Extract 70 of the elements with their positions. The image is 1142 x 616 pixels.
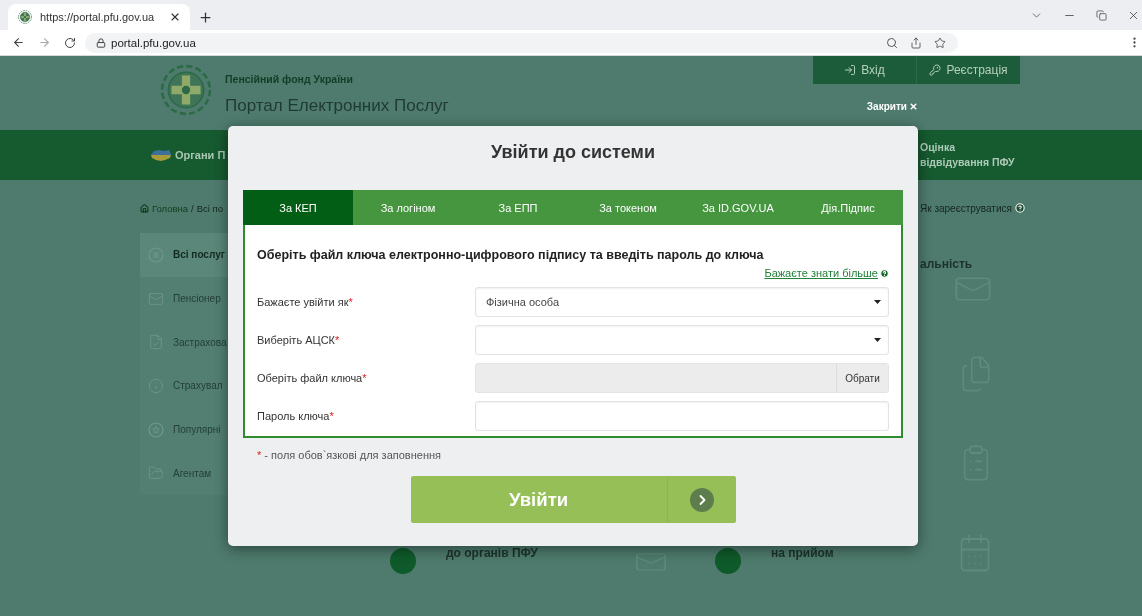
help-icon [880,268,889,278]
tab[interactable]: Дія.Підпис [793,190,903,225]
select-field[interactable]: Фізична особа [475,287,889,317]
favicon-icon [18,10,32,24]
sidebar-item[interactable]: Всі послуг [140,233,228,277]
form-heading: Оберіть файл ключа електронно-цифрового підпису та введіть пароль до ключа [257,247,765,263]
browser-tab[interactable]: https://portal.pfu.gov.ua [8,4,190,30]
login-link[interactable]: Вхід [813,56,916,84]
learn-more-link[interactable]: Бажаєте знати більше [764,267,878,279]
sidebar-item[interactable]: Агентам [140,451,228,496]
tab[interactable]: За токеном [573,190,683,225]
select-field[interactable] [475,325,889,355]
sidebar-item[interactable]: Страхувал [140,364,228,408]
nav-link[interactable]: Органи П [150,148,228,162]
register-link[interactable]: Реєстрація [917,56,1020,84]
organization-name: Пенсійний фонд України [225,72,354,86]
field-label: Пароль ключа* [257,410,335,422]
sidebar-item[interactable]: Пенсіонер [140,276,228,321]
circle-icon [390,548,416,574]
reload-icon[interactable] [64,36,76,49]
caret-icon [874,338,881,342]
caret-icon [874,300,881,304]
star-icon[interactable] [934,36,946,49]
key-icon [929,64,942,76]
tab[interactable]: За ID.GOV.UA [683,190,793,225]
circle-icon [715,548,741,574]
mail-icon [148,290,164,307]
required-note: * - поля обов`язкові для заповнення [257,448,442,462]
field-label: Оберіть файл ключа* [257,372,368,384]
breadcrumb-current: Всі по [196,202,223,214]
info-icon [148,377,164,394]
service-title: альність [920,257,973,271]
restore-icon[interactable] [1096,9,1107,21]
back-icon[interactable] [12,36,25,49]
password-field[interactable] [475,401,889,431]
map-flag-icon [150,148,172,162]
dialog-title: Увійти до системи [490,141,656,164]
home-icon[interactable] [140,203,149,213]
tab[interactable]: За КЕП [243,190,353,225]
service-title: на прийом [771,546,834,560]
register-help-link[interactable]: Як зареєструватися [920,202,1012,214]
plus-icon[interactable] [198,9,213,25]
sidebar-item[interactable]: Застрахова [140,320,228,364]
search-icon[interactable] [886,36,898,49]
service-title: до органів ПФУ [446,546,538,560]
tab[interactable]: За ЕПП [463,190,573,225]
field-label: Виберіть АЦСК* [257,334,341,346]
tab[interactable]: За логіном [353,190,463,225]
breadcrumb-link[interactable]: Головна [152,202,189,214]
field-label: Бажаєте увійти як* [257,296,354,308]
sidebar-item[interactable]: Популярні [140,407,228,452]
close-link[interactable]: Закрити [866,101,918,112]
help-icon [1014,203,1025,213]
login-icon [844,64,857,76]
forward-icon[interactable] [38,36,51,49]
address-bar[interactable]: portal.pfu.gov.ua [85,32,958,53]
breadcrumb-separator: / [191,202,194,214]
share-icon[interactable] [910,36,922,49]
chevron-circle-icon [689,487,714,512]
folder-icon [148,465,164,482]
login-button[interactable]: Увійти [410,476,736,523]
envelope-icon [634,550,668,574]
document-check-icon [148,334,164,351]
portal-title: Портал Електронних Послуг [225,96,449,116]
lock-icon [96,37,106,48]
star-circle-icon [148,421,164,438]
emblem-logo [160,64,212,116]
nav-link[interactable]: Оцінка відвідування ПФУ [918,140,1022,170]
close-icon[interactable] [169,11,181,23]
close-icon [909,102,918,111]
